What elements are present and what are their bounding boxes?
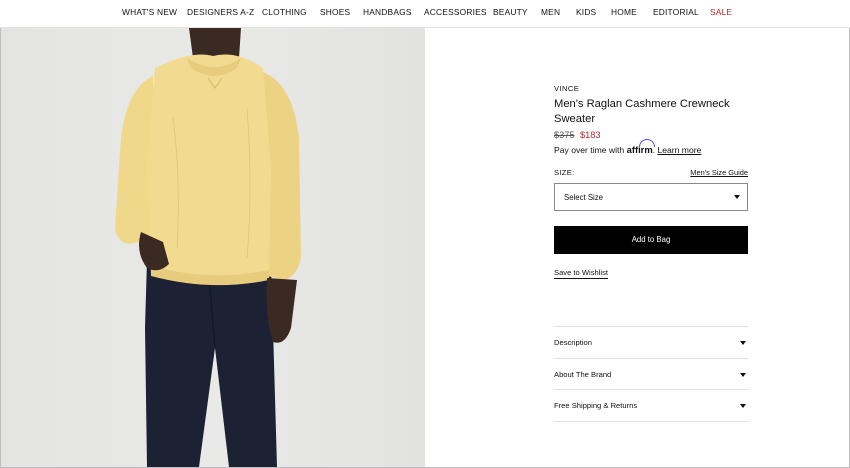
brand-name[interactable]: VINCE — [554, 84, 579, 93]
nav-accessories[interactable]: ACCESSORIES — [424, 7, 487, 17]
nav-shoes[interactable]: SHOES — [320, 7, 350, 17]
chevron-down-icon — [740, 373, 746, 377]
accordion-label: Description — [554, 338, 592, 347]
nav-handbags[interactable]: HANDBAGS — [363, 7, 412, 17]
nav-kids[interactable]: KIDS — [576, 7, 596, 17]
nav-designers-a-z[interactable]: DESIGNERS A-Z — [187, 7, 254, 17]
affirm-text: Pay over time with — [554, 145, 625, 155]
nav-whats-new[interactable]: WHAT'S NEW — [122, 7, 177, 17]
chevron-down-icon — [740, 404, 746, 408]
size-select[interactable]: Select Size — [554, 183, 748, 211]
affirm-logo: affirm — [627, 139, 655, 155]
accordion-label: About The Brand — [554, 370, 612, 379]
nav-men[interactable]: MEN — [541, 7, 560, 17]
affirm-arc-icon — [638, 139, 655, 147]
nav-home[interactable]: HOME — [611, 7, 637, 17]
add-to-bag-button[interactable]: Add to Bag — [554, 226, 748, 254]
product-title: Men's Raglan Cashmere Crewneck Sweater — [554, 98, 730, 125]
sale-price: $183 — [580, 130, 601, 140]
model-illustration — [115, 28, 301, 467]
accordion-label: Free Shipping & Returns — [554, 401, 638, 410]
nav-sale[interactable]: SALE — [710, 7, 732, 17]
save-to-wishlist-link[interactable]: Save to Wishlist — [554, 268, 609, 279]
nav-editorial[interactable]: EDITORIAL — [653, 7, 699, 17]
accordion-about-brand[interactable]: About The Brand — [554, 358, 748, 390]
product-image — [1, 28, 425, 467]
top-navigation: WHAT'S NEW DESIGNERS A-Z CLOTHING SHOES … — [0, 0, 850, 28]
accordion-divider — [554, 421, 748, 422]
chevron-down-icon — [740, 341, 746, 345]
size-label: SIZE: — [554, 168, 575, 177]
size-guide-link[interactable]: Men's Size Guide — [690, 168, 748, 177]
learn-more-link[interactable]: Learn more — [657, 145, 701, 155]
affirm-financing: Pay over time with affirm. Learn more — [554, 139, 701, 155]
accordion-description[interactable]: Description — [554, 326, 748, 358]
nav-clothing[interactable]: CLOTHING — [262, 7, 307, 17]
chevron-down-icon — [734, 195, 740, 199]
original-price: $375 — [554, 130, 575, 140]
accordion-shipping-returns[interactable]: Free Shipping & Returns — [554, 389, 748, 421]
size-select-value: Select Size — [564, 193, 604, 202]
nav-beauty[interactable]: BEAUTY — [493, 7, 528, 17]
